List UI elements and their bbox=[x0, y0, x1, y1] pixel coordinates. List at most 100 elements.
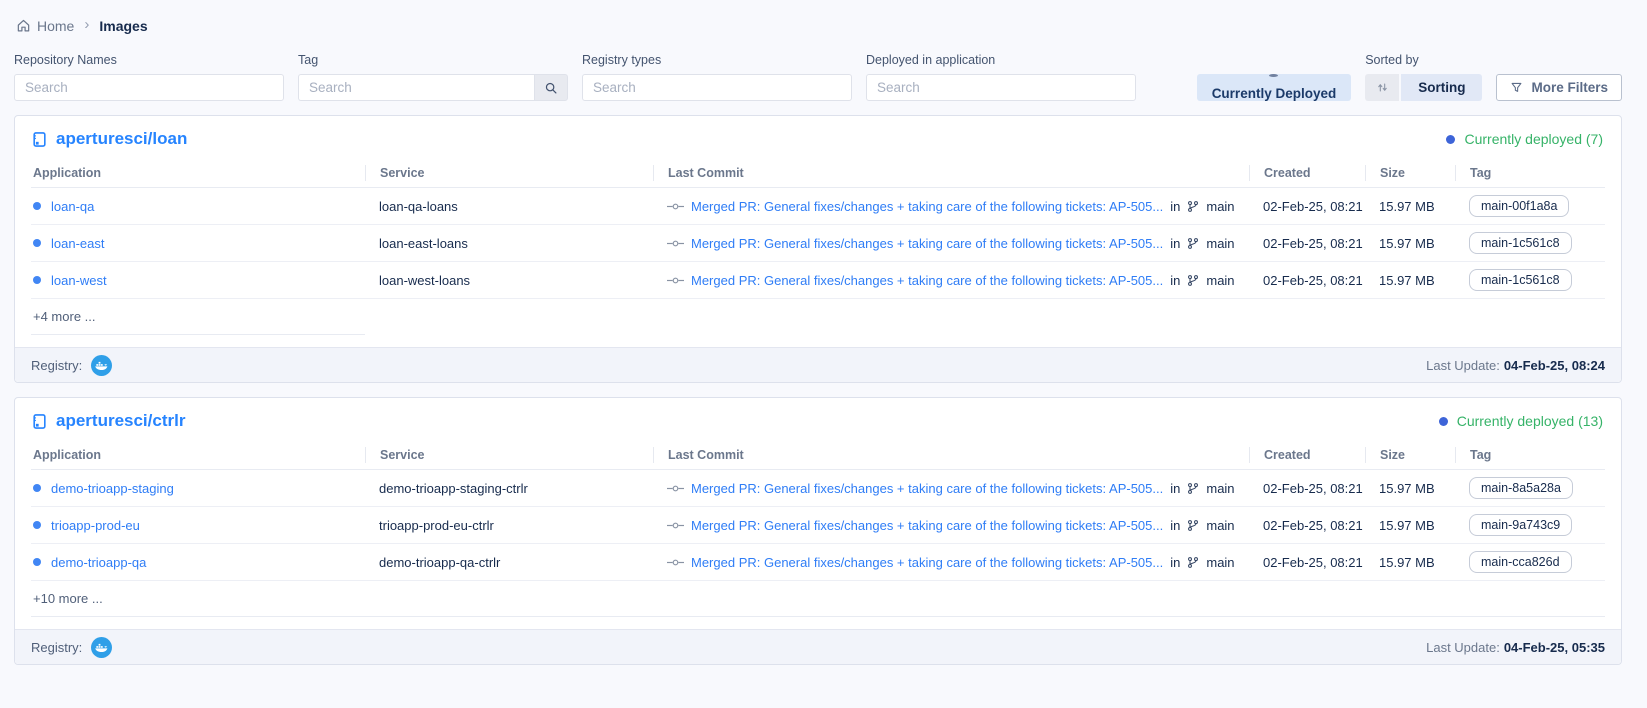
images-table: Application Service Last Commit Created … bbox=[15, 440, 1621, 617]
tag-search-button[interactable] bbox=[534, 74, 568, 101]
app-status-dot bbox=[33, 484, 41, 492]
repository-names-input[interactable] bbox=[14, 74, 284, 101]
application-link[interactable]: loan-west bbox=[51, 273, 107, 288]
funnel-icon bbox=[1510, 81, 1523, 94]
commit-message-link[interactable]: Merged PR: General fixes/changes + takin… bbox=[691, 236, 1163, 251]
tag-label: Tag bbox=[298, 53, 568, 68]
commit-message-link[interactable]: Merged PR: General fixes/changes + takin… bbox=[691, 481, 1163, 496]
repo-card: aperturesci/loan Currently deployed (7) … bbox=[14, 115, 1622, 383]
git-commit-icon bbox=[667, 558, 684, 567]
git-commit-icon bbox=[667, 202, 684, 211]
application-link[interactable]: demo-trioapp-staging bbox=[51, 481, 174, 496]
last-update: Last Update:04-Feb-25, 05:35 bbox=[1426, 640, 1605, 655]
git-commit-icon bbox=[667, 239, 684, 248]
search-icon bbox=[544, 81, 558, 95]
image-tag-badge: main-00f1a8a bbox=[1469, 195, 1569, 217]
image-tag-badge: main-9a743c9 bbox=[1469, 514, 1572, 536]
commit-in-label: in bbox=[1170, 481, 1180, 496]
image-tag-badge: main-cca826d bbox=[1469, 551, 1572, 573]
filter-bar: Repository Names Tag Registry types Depl… bbox=[14, 53, 1622, 101]
breadcrumb-home-link[interactable]: Home bbox=[16, 18, 74, 34]
deployed-in-application-label: Deployed in application bbox=[866, 53, 1136, 68]
more-filters-button[interactable]: More Filters bbox=[1496, 74, 1622, 101]
col-header-tag: Tag bbox=[1455, 165, 1605, 181]
filter-deployed-in-application: Deployed in application bbox=[866, 53, 1136, 101]
tag-input[interactable] bbox=[298, 74, 534, 101]
home-icon bbox=[16, 18, 31, 33]
more-filters-label: More Filters bbox=[1531, 80, 1608, 95]
table-row: demo-trioapp-staging demo-trioapp-stagin… bbox=[31, 470, 1605, 507]
col-header-service: Service bbox=[365, 447, 653, 463]
commit-in-label: in bbox=[1170, 555, 1180, 570]
application-link[interactable]: loan-qa bbox=[51, 199, 94, 214]
repo-name: aperturesci/loan bbox=[56, 129, 187, 149]
git-commit-icon bbox=[667, 521, 684, 530]
git-branch-icon bbox=[1187, 482, 1199, 495]
created-value: 02-Feb-25, 08:21 bbox=[1249, 518, 1365, 533]
col-header-application: Application bbox=[31, 165, 365, 181]
service-name: demo-trioapp-staging-ctrlr bbox=[365, 481, 653, 496]
show-more-rows-link[interactable]: +4 more ... bbox=[31, 299, 1605, 335]
breadcrumb-separator: › bbox=[81, 16, 92, 35]
commit-message-link[interactable]: Merged PR: General fixes/changes + takin… bbox=[691, 555, 1163, 570]
currently-deployed-dot bbox=[1269, 74, 1278, 77]
app-status-dot bbox=[33, 558, 41, 566]
table-header-row: Application Service Last Commit Created … bbox=[31, 158, 1605, 188]
image-tag-badge: main-1c561c8 bbox=[1469, 269, 1572, 291]
table-row: loan-west loan-west-loans Merged PR: Gen… bbox=[31, 262, 1605, 299]
image-tag-badge: main-8a5a28a bbox=[1469, 477, 1573, 499]
registry-label: Registry: bbox=[31, 358, 82, 373]
more-rows-label: +4 more ... bbox=[31, 299, 365, 335]
image-repository-icon bbox=[31, 413, 48, 430]
commit-message-link[interactable]: Merged PR: General fixes/changes + takin… bbox=[691, 199, 1163, 214]
repo-card-footer: Registry: Last Update:04-Feb-25, 08:24 bbox=[15, 347, 1621, 382]
deployed-dot-icon bbox=[1439, 417, 1448, 426]
size-value: 15.97 MB bbox=[1365, 555, 1455, 570]
commit-in-label: in bbox=[1170, 236, 1180, 251]
registry-types-input[interactable] bbox=[582, 74, 852, 101]
app-status-dot bbox=[33, 202, 41, 210]
git-branch-icon bbox=[1187, 556, 1199, 569]
service-name: loan-east-loans bbox=[365, 236, 653, 251]
app-status-dot bbox=[33, 521, 41, 529]
git-branch-icon bbox=[1187, 519, 1199, 532]
sorting-dropdown[interactable]: Sorting bbox=[1401, 74, 1482, 101]
currently-deployed-label: Currently Deployed bbox=[1212, 86, 1337, 101]
commit-message-link[interactable]: Merged PR: General fixes/changes + takin… bbox=[691, 518, 1163, 533]
col-header-tag: Tag bbox=[1455, 447, 1605, 463]
deployed-count-text: Currently deployed (7) bbox=[1464, 131, 1603, 147]
repo-card-footer: Registry: Last Update:04-Feb-25, 05:35 bbox=[15, 629, 1621, 664]
deployed-status: Currently deployed (7) bbox=[1446, 131, 1605, 147]
repo-name: aperturesci/ctrlr bbox=[56, 411, 185, 431]
service-name: demo-trioapp-qa-ctrlr bbox=[365, 555, 653, 570]
repo-card: aperturesci/ctrlr Currently deployed (13… bbox=[14, 397, 1622, 665]
filter-tag: Tag bbox=[298, 53, 568, 101]
last-update-label: Last Update: bbox=[1426, 358, 1500, 373]
created-value: 02-Feb-25, 08:21 bbox=[1249, 199, 1365, 214]
deployed-in-application-input[interactable] bbox=[866, 74, 1136, 101]
repo-title-link[interactable]: aperturesci/ctrlr bbox=[31, 411, 185, 431]
breadcrumb: Home › Images bbox=[14, 16, 1622, 35]
col-header-last-commit: Last Commit bbox=[653, 447, 1249, 463]
repo-card-header: aperturesci/ctrlr Currently deployed (13… bbox=[15, 398, 1621, 440]
show-more-rows-link[interactable]: +10 more ... bbox=[31, 581, 1605, 617]
branch-name: main bbox=[1206, 273, 1234, 288]
branch-name: main bbox=[1206, 518, 1234, 533]
application-link[interactable]: trioapp-prod-eu bbox=[51, 518, 140, 533]
size-value: 15.97 MB bbox=[1365, 481, 1455, 496]
application-link[interactable]: demo-trioapp-qa bbox=[51, 555, 146, 570]
commit-message-link[interactable]: Merged PR: General fixes/changes + takin… bbox=[691, 273, 1163, 288]
sort-direction-button[interactable] bbox=[1365, 74, 1399, 101]
sorted-by-label: Sorted by bbox=[1365, 53, 1482, 68]
currently-deployed-toggle[interactable]: Currently Deployed bbox=[1197, 74, 1352, 101]
images-page: Home › Images Repository Names Tag Regis… bbox=[0, 0, 1647, 665]
repo-title-link[interactable]: aperturesci/loan bbox=[31, 129, 187, 149]
sorting-control[interactable]: Sorting bbox=[1365, 74, 1482, 101]
image-tag-badge: main-1c561c8 bbox=[1469, 232, 1572, 254]
commit-in-label: in bbox=[1170, 199, 1180, 214]
created-value: 02-Feb-25, 08:21 bbox=[1249, 273, 1365, 288]
table-row: loan-qa loan-qa-loans Merged PR: General… bbox=[31, 188, 1605, 225]
application-link[interactable]: loan-east bbox=[51, 236, 104, 251]
col-header-created: Created bbox=[1249, 165, 1365, 181]
table-row: loan-east loan-east-loans Merged PR: Gen… bbox=[31, 225, 1605, 262]
